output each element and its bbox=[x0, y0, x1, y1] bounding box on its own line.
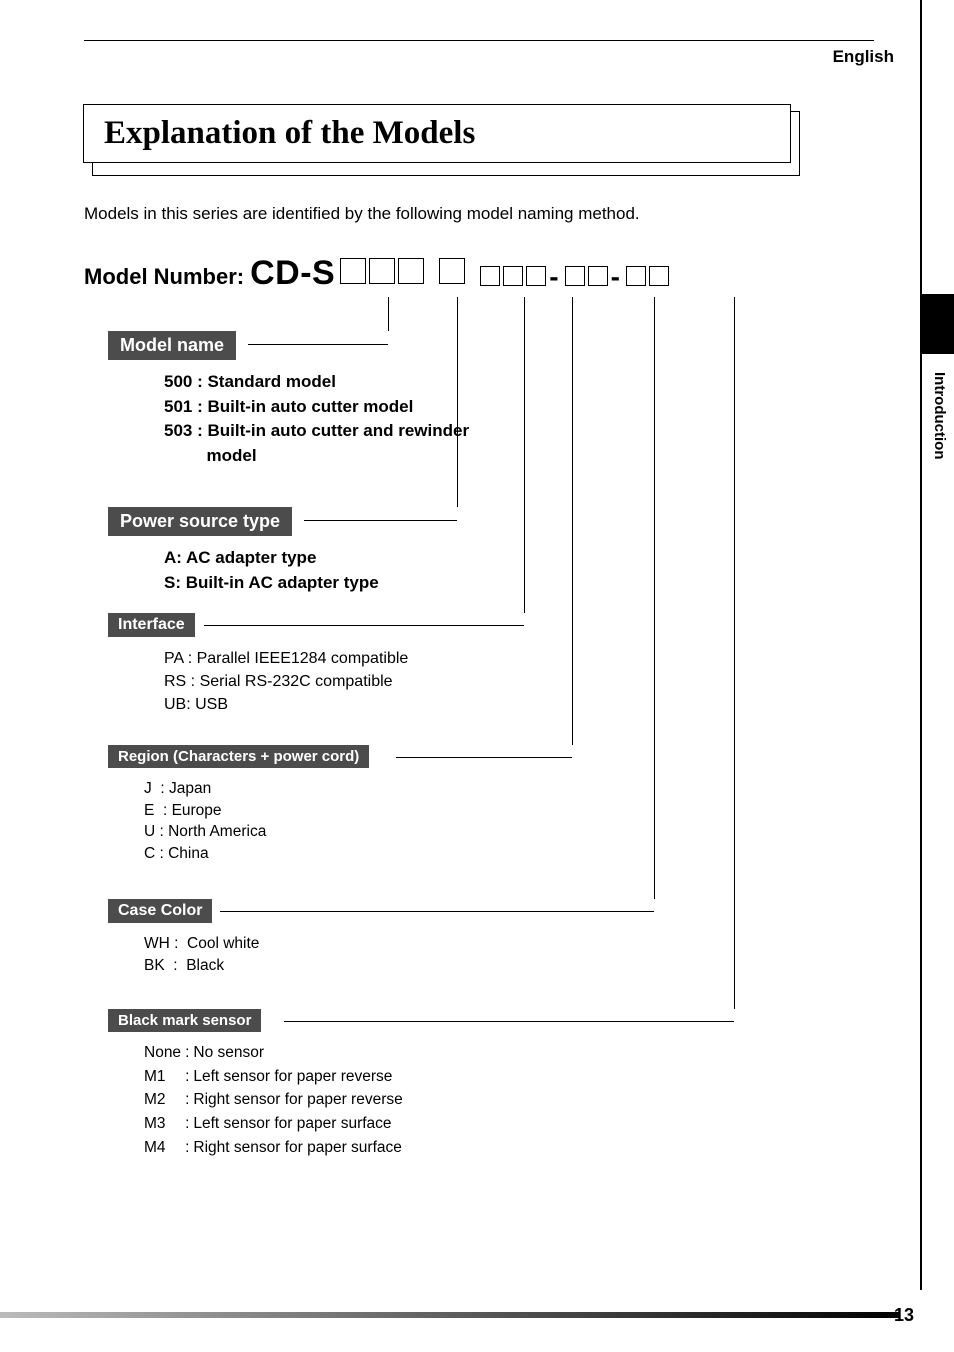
interface-items: PA : Parallel IEEE1284 compatible RS : S… bbox=[164, 647, 408, 717]
side-tab-label: Introduction bbox=[931, 372, 948, 459]
language-label: English bbox=[84, 47, 906, 67]
page-title: Explanation of the Models bbox=[104, 115, 475, 151]
model-number-label: Model Number: bbox=[84, 264, 244, 290]
model-name-items: 500 : Standard model 501 : Built-in auto… bbox=[164, 370, 469, 469]
footer-bar bbox=[0, 1312, 900, 1318]
section-model-name: Model name 500 : Standard model 501 : Bu… bbox=[108, 331, 469, 469]
top-rule bbox=[84, 40, 874, 41]
power-label: Power source type bbox=[108, 507, 292, 536]
interface-label: Interface bbox=[108, 613, 195, 637]
section-region: Region (Characters + power cord) J : Jap… bbox=[108, 745, 369, 865]
model-number-row: Model Number: CD-S - - bbox=[84, 254, 906, 293]
case-color-items: WH : Cool white BK : Black bbox=[144, 933, 259, 976]
right-margin-rule bbox=[920, 0, 922, 1290]
case-color-label: Case Color bbox=[108, 899, 212, 923]
side-tab-block bbox=[922, 294, 954, 354]
model-name-label: Model name bbox=[108, 331, 236, 360]
intro-text: Models in this series are identified by … bbox=[84, 204, 906, 224]
diagram-area: Model name 500 : Standard model 501 : Bu… bbox=[84, 303, 906, 1243]
title-frame: Explanation of the Models bbox=[92, 111, 800, 176]
section-interface: Interface PA : Parallel IEEE1284 compati… bbox=[108, 613, 408, 717]
model-prefix: CD-S bbox=[250, 254, 335, 293]
black-mark-items: None:No sensor M1:Left sensor for paper … bbox=[144, 1042, 407, 1160]
section-case-color: Case Color WH : Cool white BK : Black bbox=[108, 899, 259, 976]
page-number: 13 bbox=[894, 1305, 914, 1326]
region-label: Region (Characters + power cord) bbox=[108, 745, 369, 768]
region-items: J : Japan E : Europe U : North America C… bbox=[144, 778, 369, 865]
section-power: Power source type A: AC adapter type S: … bbox=[108, 507, 379, 595]
black-mark-label: Black mark sensor bbox=[108, 1009, 261, 1032]
section-black-mark: Black mark sensor None:No sensor M1:Left… bbox=[108, 1009, 407, 1160]
power-items: A: AC adapter type S: Built-in AC adapte… bbox=[164, 546, 379, 595]
model-boxes: - - bbox=[337, 258, 669, 291]
